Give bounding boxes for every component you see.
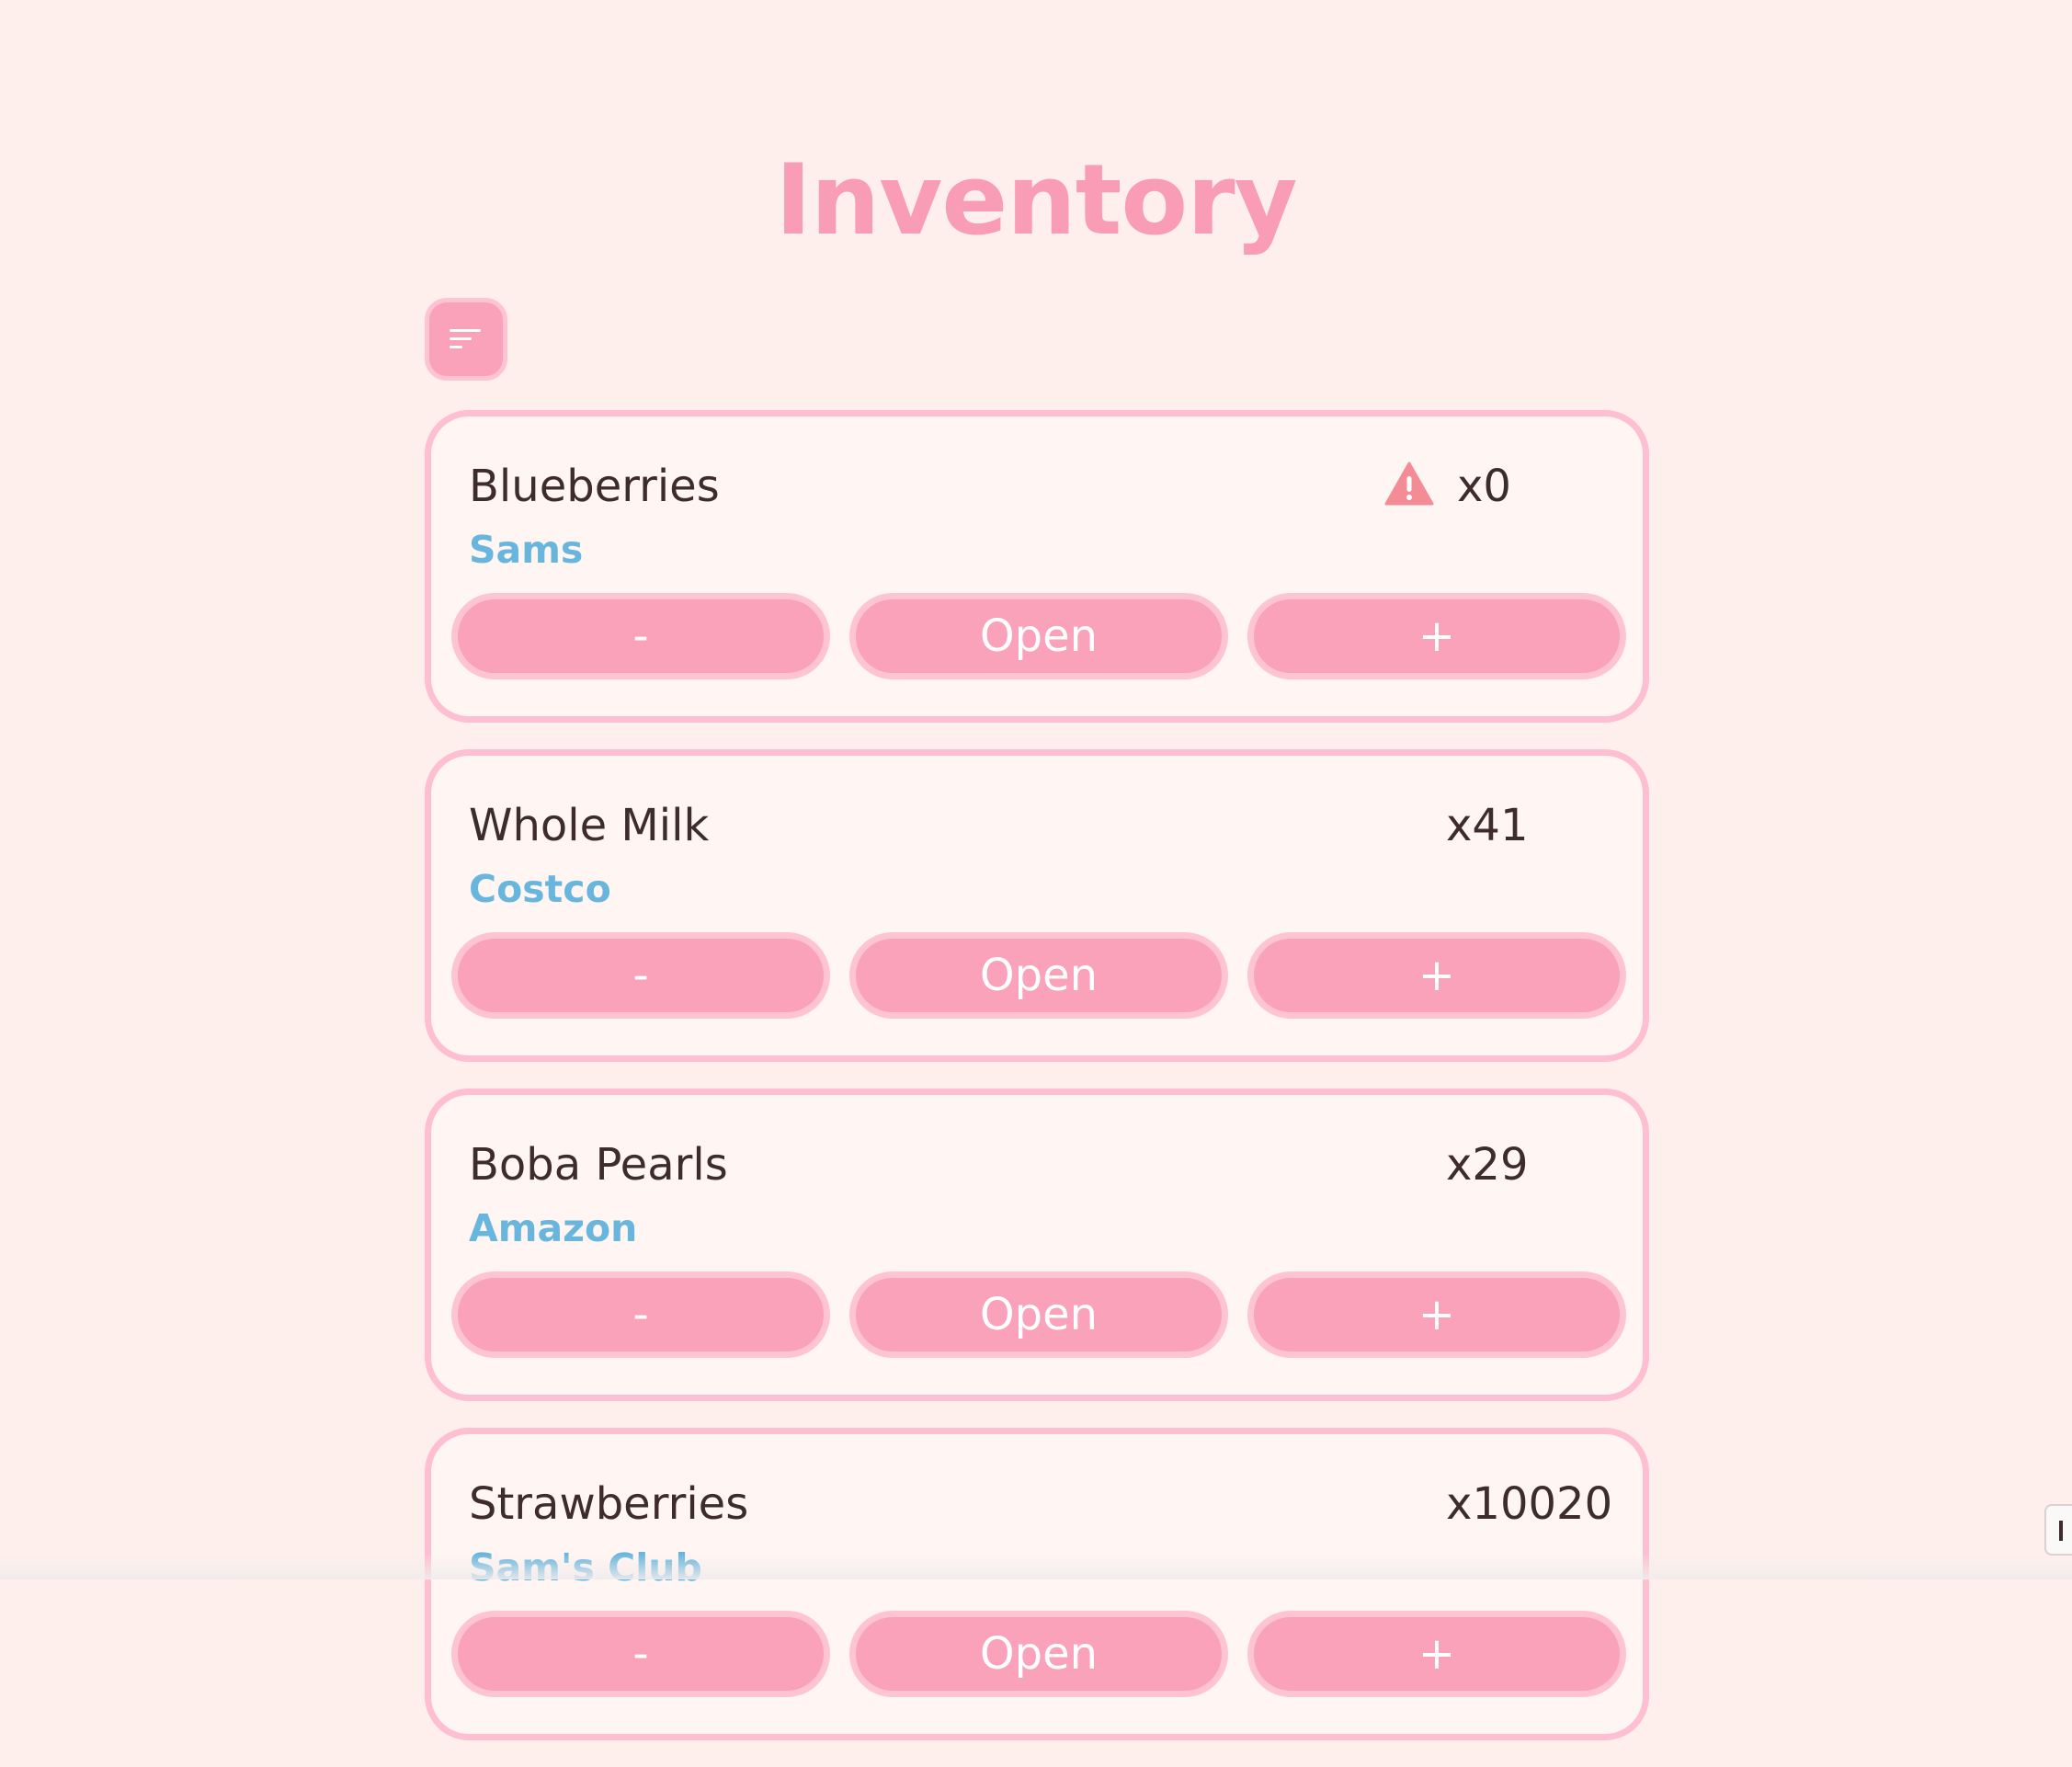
item-store: Costco [469, 867, 611, 911]
item-quantity: x29 [1446, 1139, 1529, 1191]
item-name: Whole Milk [469, 800, 710, 851]
item-actions: - Open + [451, 1611, 1626, 1697]
sort-lines-icon [450, 329, 481, 348]
item-actions: - Open + [451, 593, 1626, 679]
decrement-button[interactable]: - [451, 1271, 830, 1358]
decrement-button[interactable]: - [451, 593, 830, 679]
widget-handle-icon [2059, 1521, 2063, 1541]
decrement-button[interactable]: - [451, 1611, 830, 1697]
item-card: Whole Milk Costco x41 - Open + [425, 749, 1649, 1062]
scroll-fade [0, 1554, 2072, 1579]
open-button[interactable]: Open [849, 932, 1228, 1019]
increment-button[interactable]: + [1247, 1611, 1626, 1697]
item-actions: - Open + [451, 1271, 1626, 1358]
warning-triangle-icon [1384, 462, 1434, 506]
item-card: Blueberries Sams x0 - Open + [425, 410, 1649, 723]
increment-button[interactable]: + [1247, 593, 1626, 679]
page-title: Inventory [775, 143, 1297, 256]
item-name: Strawberries [469, 1478, 749, 1530]
item-card: Strawberries Sam's Club x10020 - Open + [425, 1428, 1649, 1740]
item-name: Boba Pearls [469, 1139, 728, 1191]
increment-button[interactable]: + [1247, 1271, 1626, 1358]
item-actions: - Open + [451, 932, 1626, 1019]
sort-button[interactable] [425, 298, 507, 381]
item-quantity: x10020 [1446, 1478, 1613, 1530]
open-button[interactable]: Open [849, 593, 1228, 679]
increment-button[interactable]: + [1247, 932, 1626, 1019]
item-quantity: x41 [1446, 800, 1529, 851]
floating-widget-tab[interactable] [2044, 1504, 2072, 1556]
item-store: Amazon [469, 1206, 638, 1250]
item-name: Blueberries [469, 461, 720, 512]
decrement-button[interactable]: - [451, 932, 830, 1019]
open-button[interactable]: Open [849, 1271, 1228, 1358]
open-button[interactable]: Open [849, 1611, 1228, 1697]
item-store: Sams [469, 528, 584, 572]
item-card: Boba Pearls Amazon x29 - Open + [425, 1089, 1649, 1401]
item-quantity: x0 [1457, 461, 1511, 512]
